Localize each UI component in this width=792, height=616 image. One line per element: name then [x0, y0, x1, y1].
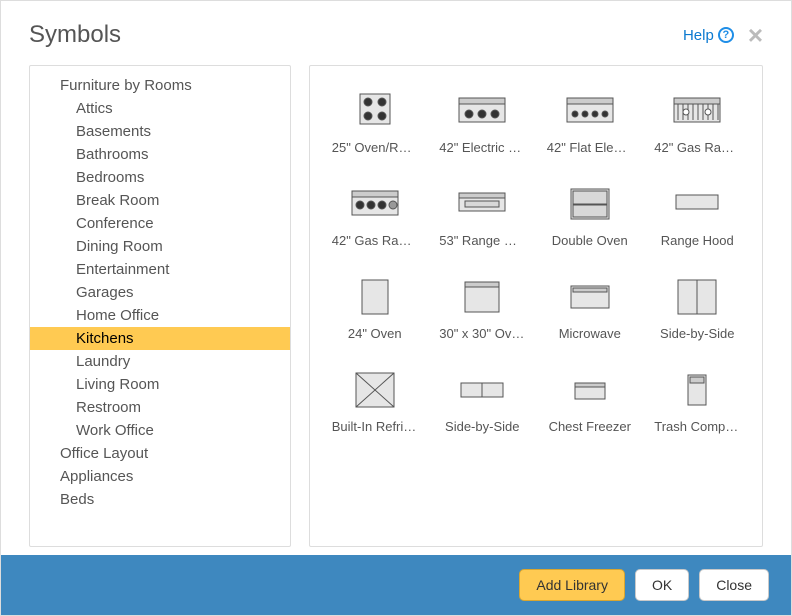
help-label: Help	[683, 27, 714, 44]
tree-item-restroom[interactable]: Restroom	[30, 396, 290, 419]
symbol-microwave[interactable]: Microwave	[539, 276, 641, 341]
symbol-grid: 25" Oven/Range 42" Electric Range 42" Flat…	[324, 90, 748, 434]
symbol-side-by-side[interactable]: Side-by-Side	[647, 276, 749, 341]
microwave-icon	[565, 276, 615, 316]
tree-item-dining-room[interactable]: Dining Room	[30, 235, 290, 258]
range-hood-53-icon	[457, 183, 507, 223]
symbol-gas-range-42[interactable]: 42" Gas Range	[647, 90, 749, 155]
tree-item-conference[interactable]: Conference	[30, 212, 290, 235]
chest-freezer-icon	[565, 369, 615, 409]
symbol-gas-range-42b[interactable]: 42" Gas Range	[324, 183, 426, 248]
symbol-range-hood[interactable]: Range Hood	[647, 183, 749, 248]
symbol-label: Chest Freezer	[549, 419, 631, 434]
tree-item-basements[interactable]: Basements	[30, 120, 290, 143]
category-tree[interactable]: Furniture by RoomsAtticsBasementsBathroo…	[29, 65, 291, 547]
symbol-label: Double Oven	[552, 233, 628, 248]
symbol-flat-electric-42[interactable]: 42" Flat Electric	[539, 90, 641, 155]
symbol-oven-24[interactable]: 24" Oven	[324, 276, 426, 341]
symbol-label: 30" x 30" Oven	[439, 326, 525, 341]
range-hood-icon	[672, 183, 722, 223]
dialog-body: Furniture by RoomsAtticsBasementsBathroo…	[1, 59, 791, 555]
symbol-label: 25" Oven/Range	[332, 140, 418, 155]
symbol-built-in-refrigerator[interactable]: Built-In Refrigerator	[324, 369, 426, 434]
symbols-dialog: Symbols Help ? × Furniture by RoomsAttic…	[0, 0, 792, 616]
symbol-range-hood-53[interactable]: 53" Range Hood	[432, 183, 534, 248]
gas-range-42b-icon	[350, 183, 400, 223]
symbol-grid-panel: 25" Oven/Range 42" Electric Range 42" Flat…	[309, 65, 763, 547]
symbol-label: 42" Flat Electric	[547, 140, 633, 155]
symbol-electric-range-42[interactable]: 42" Electric Range	[432, 90, 534, 155]
electric-range-42-icon	[457, 90, 507, 130]
trash-compactor-icon	[672, 369, 722, 409]
symbol-label: 53" Range Hood	[439, 233, 525, 248]
tree-item-laundry[interactable]: Laundry	[30, 350, 290, 373]
oven-24-icon	[350, 276, 400, 316]
flat-electric-42-icon	[565, 90, 615, 130]
tree-item-office-layout[interactable]: Office Layout	[30, 442, 290, 465]
gas-range-42-icon	[672, 90, 722, 130]
symbol-label: Microwave	[559, 326, 621, 341]
tree-item-bedrooms[interactable]: Bedrooms	[30, 166, 290, 189]
help-link[interactable]: Help ?	[683, 27, 734, 44]
close-icon[interactable]: ×	[748, 22, 763, 48]
tree-item-home-office[interactable]: Home Office	[30, 304, 290, 327]
double-oven-icon	[565, 183, 615, 223]
tree-item-living-room[interactable]: Living Room	[30, 373, 290, 396]
symbol-label: Side-by-Side	[660, 326, 734, 341]
symbol-trash-compactor[interactable]: Trash Compactor	[647, 369, 749, 434]
oven-25-icon	[350, 90, 400, 130]
symbol-chest-freezer[interactable]: Chest Freezer	[539, 369, 641, 434]
symbol-label: 42" Gas Range	[654, 140, 740, 155]
tree-item-work-office[interactable]: Work Office	[30, 419, 290, 442]
tree-item-kitchens[interactable]: Kitchens	[30, 327, 290, 350]
side-by-side-icon	[672, 276, 722, 316]
help-icon: ?	[718, 27, 734, 43]
tree-item-attics[interactable]: Attics	[30, 97, 290, 120]
dialog-header: Symbols Help ? ×	[1, 1, 791, 59]
ok-button[interactable]: OK	[635, 569, 689, 601]
oven-30x30-icon	[457, 276, 507, 316]
tree-item-garages[interactable]: Garages	[30, 281, 290, 304]
tree-item-beds[interactable]: Beds	[30, 488, 290, 511]
symbol-label: Built-In Refrigerator	[332, 419, 418, 434]
tree-item-bathrooms[interactable]: Bathrooms	[30, 143, 290, 166]
dialog-footer: Add Library OK Close	[1, 555, 791, 615]
symbol-double-oven[interactable]: Double Oven	[539, 183, 641, 248]
symbol-oven-25[interactable]: 25" Oven/Range	[324, 90, 426, 155]
add-library-button[interactable]: Add Library	[519, 569, 625, 601]
built-in-refrigerator-icon	[350, 369, 400, 409]
symbol-side-by-side-2[interactable]: Side-by-Side	[432, 369, 534, 434]
side-by-side-2-icon	[457, 369, 507, 409]
close-button[interactable]: Close	[699, 569, 769, 601]
dialog-title: Symbols	[29, 21, 121, 49]
tree-item-break-room[interactable]: Break Room	[30, 189, 290, 212]
symbol-label: Range Hood	[661, 233, 734, 248]
tree-item-appliances[interactable]: Appliances	[30, 465, 290, 488]
tree-item-furniture-by-rooms[interactable]: Furniture by Rooms	[30, 74, 290, 97]
symbol-oven-30x30[interactable]: 30" x 30" Oven	[432, 276, 534, 341]
symbol-label: Trash Compactor	[654, 419, 740, 434]
symbol-label: 42" Gas Range	[332, 233, 418, 248]
header-actions: Help ? ×	[683, 22, 763, 48]
symbol-label: 24" Oven	[348, 326, 402, 341]
symbol-label: 42" Electric Range	[439, 140, 525, 155]
symbol-label: Side-by-Side	[445, 419, 519, 434]
tree-item-entertainment[interactable]: Entertainment	[30, 258, 290, 281]
